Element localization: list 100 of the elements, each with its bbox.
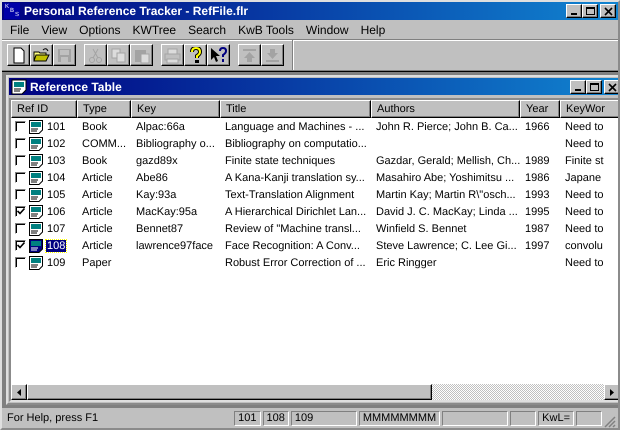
checkbox[interactable]	[15, 155, 26, 166]
table-cell-text: Martin Kay; Martin R\"osch...	[375, 188, 517, 200]
table-cell-text: Article	[81, 222, 114, 234]
menu-item[interactable]: View	[35, 22, 74, 36]
table-cell[interactable]: 109	[46, 256, 66, 268]
column-header[interactable]: Title	[220, 100, 371, 118]
child-window-title: Reference Table	[30, 80, 123, 94]
minimize-button[interactable]	[566, 4, 582, 18]
window-title: Personal Reference Tracker - RefFile.flr	[24, 4, 250, 18]
status-pane: 101	[234, 410, 260, 426]
table-cell-text: Abe86	[135, 172, 169, 184]
table-cell-text: Steve Lawrence; C. Lee Gi...	[375, 240, 518, 252]
menu-item[interactable]: Help	[354, 22, 392, 36]
table-cell[interactable]: 102	[46, 138, 66, 150]
database-page-icon	[28, 136, 44, 152]
table-cell[interactable]: 104	[46, 172, 66, 184]
table-cell-text: Book	[81, 154, 108, 166]
maximize-button[interactable]	[582, 4, 598, 18]
close-button[interactable]	[600, 4, 616, 18]
checkbox[interactable]	[15, 121, 26, 132]
status-pane	[442, 410, 508, 426]
scroll-left-button[interactable]	[11, 384, 27, 400]
column-header[interactable]: KeyWor	[560, 100, 618, 118]
table-cell[interactable]: 105	[46, 188, 66, 200]
database-page-icon	[28, 238, 44, 254]
database-page-icon	[11, 78, 27, 94]
maximize-button[interactable]	[586, 80, 602, 94]
status-pane: 108	[262, 410, 289, 426]
right-arrow-icon	[610, 388, 614, 396]
table-cell-text: A Kana-Kanji translation sy...	[224, 172, 366, 184]
scroll-thumb[interactable]	[27, 384, 432, 400]
menu-item[interactable]: KwB Tools	[232, 22, 300, 36]
table-cell-text: Alpac:66a	[135, 120, 186, 132]
close-icon	[602, 5, 614, 17]
column-header[interactable]: Key	[131, 100, 220, 118]
status-message: For Help, press F1	[6, 412, 100, 424]
table-cell-text: COMM...	[81, 138, 127, 150]
table-cell-text: 1989	[524, 154, 550, 166]
table-cell[interactable]: 106	[46, 206, 66, 218]
table-cell-text: Need to	[564, 188, 605, 200]
left-arrow-icon	[17, 388, 21, 396]
table-cell-text: Article	[81, 172, 114, 184]
table-cell-text: Book	[81, 120, 108, 132]
status-pane	[510, 410, 536, 426]
table-cell-text: Article	[81, 206, 114, 218]
checkbox[interactable]	[15, 138, 26, 149]
checkbox[interactable]	[15, 240, 26, 251]
table-cell[interactable]: 103	[46, 154, 66, 166]
table-cell-text: Text-Translation Alignment	[224, 188, 356, 200]
table-cell-text: Japane	[564, 172, 602, 184]
column-header[interactable]: Type	[77, 100, 131, 118]
database-page-icon	[28, 152, 44, 168]
menu-item[interactable]: KWTree	[126, 22, 182, 36]
table-cell-text: 1966	[524, 120, 550, 132]
database-page-icon	[28, 186, 44, 202]
table-cell-text: Finite st	[564, 154, 605, 166]
table-cell-text: MacKay:95a	[135, 206, 198, 218]
checkbox[interactable]	[15, 189, 26, 200]
table-cell-text: David J. C. MacKay; Linda ...	[375, 206, 519, 218]
checkbox[interactable]	[15, 223, 26, 234]
close-button[interactable]	[604, 80, 618, 94]
table-cell-text: Article	[81, 240, 114, 252]
table-cell-text: John R. Pierce; John B. Ca...	[375, 120, 519, 132]
table-cell-text: convolu	[564, 240, 604, 252]
status-pane	[576, 410, 602, 426]
status-pane: MMMMMMMM	[358, 410, 440, 426]
table-cell-text: Robust Error Correction of ...	[224, 256, 367, 268]
minimize-icon	[575, 88, 581, 90]
table-cell[interactable]: 108	[46, 240, 66, 252]
menu-item[interactable]: Options	[73, 22, 126, 36]
table-cell-text: Article	[81, 188, 114, 200]
close-icon	[606, 80, 618, 92]
table-cell-text: Masahiro Abe; Yoshimitsu ...	[375, 172, 516, 184]
minimize-button[interactable]	[570, 80, 586, 94]
column-header[interactable]: Year	[520, 100, 560, 118]
horizontal-scrollbar[interactable]	[11, 384, 618, 400]
column-header[interactable]: Authors	[371, 100, 520, 118]
checkbox[interactable]	[15, 206, 26, 217]
table-cell-text: Need to	[564, 120, 605, 132]
menu-item[interactable]: Window	[300, 22, 355, 36]
database-page-icon	[28, 254, 44, 270]
table-cell-text: A Hierarchical Dirichlet Lan...	[224, 206, 368, 218]
table-cell-text: Face Recognition: A Conv...	[224, 240, 361, 252]
menu-item[interactable]: File	[4, 22, 36, 36]
table-cell-text: Kay:93a	[135, 188, 178, 200]
menu-item[interactable]: Search	[182, 22, 232, 36]
database-page-icon	[28, 118, 44, 134]
scroll-right-button[interactable]	[604, 384, 618, 400]
table-cell-text: gazd89x	[135, 154, 179, 166]
checkbox[interactable]	[15, 257, 26, 268]
column-header[interactable]: Ref ID	[11, 100, 77, 118]
table-cell-text: Need to	[564, 222, 605, 234]
table-cell-text: Paper	[81, 256, 112, 268]
table-cell-text: 1997	[524, 240, 550, 252]
checkbox[interactable]	[15, 172, 26, 183]
database-page-icon	[28, 170, 44, 186]
table-cell[interactable]: 107	[46, 222, 66, 234]
table-cell[interactable]: 101	[46, 120, 66, 132]
table-cell-text: Language and Machines - ...	[224, 120, 366, 132]
resize-grip-icon	[604, 416, 616, 428]
